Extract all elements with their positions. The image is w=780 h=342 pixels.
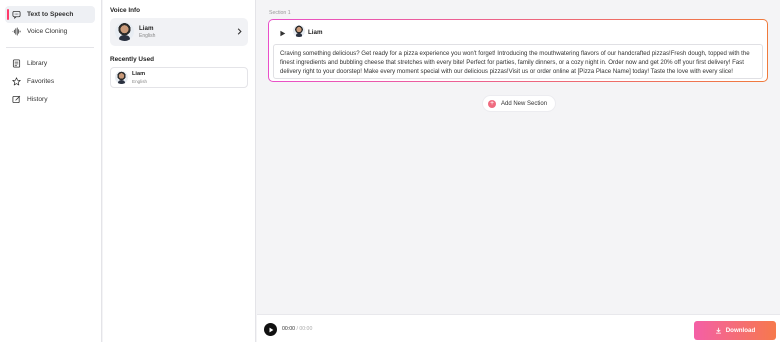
total-time: 00:00 [299,326,313,332]
waveform-icon [12,27,21,36]
voice-language: English [139,33,156,39]
nav-divider [6,47,94,48]
section-label: Section 1 [269,10,291,16]
nav-label: Text to Speech [27,11,74,18]
plus-icon: + [488,99,496,108]
nav-label: Favorites [27,78,55,85]
nav-item-voice-cloning[interactable]: Voice Cloning [5,23,95,40]
play-icon [269,327,273,332]
play-button[interactable] [264,323,277,336]
nav-label: History [27,96,48,103]
add-section-label: Add New Section [501,100,548,107]
nav-item-text-to-speech[interactable]: Text to Speech [5,6,95,23]
nav-label: Library [27,60,48,67]
recent-voice-item[interactable]: Liam English [110,67,248,88]
download-button[interactable]: Download [694,321,776,340]
play-icon[interactable] [279,30,286,37]
recent-voice-name: Liam [132,71,146,77]
voice-name: Liam [139,25,154,32]
star-icon [12,77,21,86]
download-icon [715,327,721,334]
avatar [115,71,128,84]
playback-time: 00:00 / 00:00 [282,326,312,332]
section-voice-name: Liam [308,29,323,36]
nav-item-library[interactable]: Library [5,55,95,72]
avatar [293,25,305,37]
player-bar: 00:00 / 00:00 Download [257,314,780,342]
speech-bubble-icon [12,10,21,19]
section-card: Liam Craving something delicious? Get re… [268,19,768,82]
current-time: 00:00 [282,326,295,332]
voice-panel: Voice Info Liam English Recently Used Li… [103,0,256,342]
add-section-button[interactable]: + Add New Section [483,96,556,111]
section-text-input[interactable]: Craving something delicious? Get ready f… [273,44,763,79]
active-indicator [7,9,9,20]
recently-used-title: Recently Used [110,56,155,63]
nav-label: Voice Cloning [27,28,68,35]
history-icon [12,95,21,104]
editor-main: Section 1 Liam Craving something delicio… [257,0,780,342]
recent-voice-language: English [132,79,148,84]
nav-item-history[interactable]: History [5,91,95,108]
time-separator: / [296,326,298,332]
avatar [115,22,134,41]
download-label: Download [725,327,756,334]
voice-info-title: Voice Info [110,7,141,14]
nav-item-favorites[interactable]: Favorites [5,73,95,90]
chevron-right-icon [237,28,242,35]
sidebar-nav: Text to Speech Voice Cloning Library Fav… [0,0,102,342]
current-voice-card[interactable]: Liam English [110,18,248,46]
library-icon [12,59,21,68]
